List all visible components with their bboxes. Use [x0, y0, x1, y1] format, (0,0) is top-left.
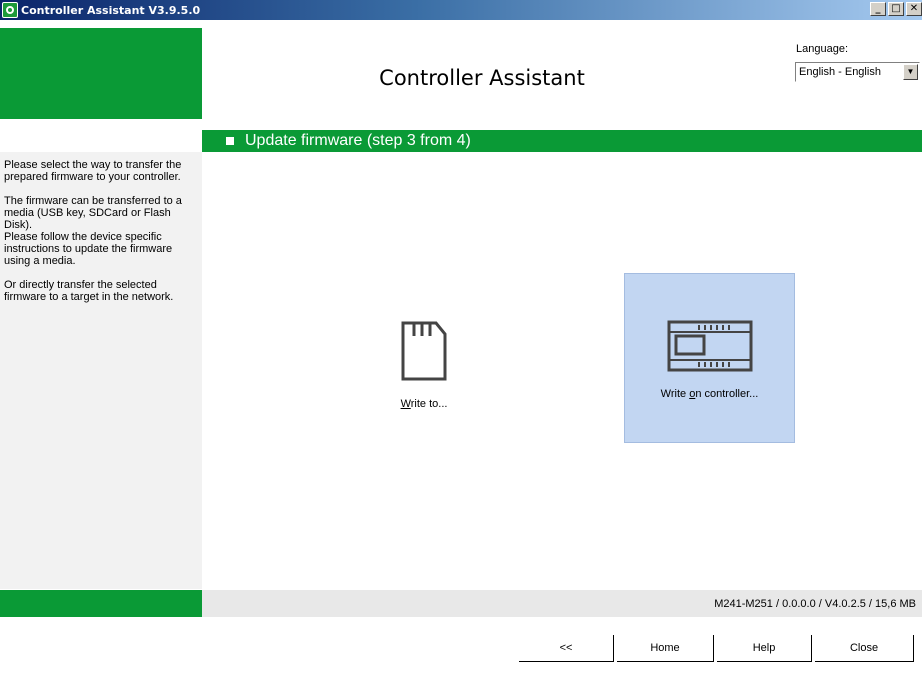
- close-window-button[interactable]: ✕: [906, 2, 922, 16]
- write-on-controller-option[interactable]: Write on controller...: [624, 273, 795, 443]
- write-to-media-option[interactable]: Write to...: [340, 274, 508, 442]
- back-button[interactable]: <<: [519, 635, 614, 662]
- maximize-button[interactable]: □: [888, 2, 904, 16]
- step-title: Update firmware (step 3 from 4): [245, 132, 471, 149]
- step-bullet-icon: [226, 137, 234, 145]
- help-button[interactable]: Help: [717, 635, 812, 662]
- write-to-label: Write to...: [400, 398, 448, 410]
- help-text-2: The firmware can be transferred to a med…: [4, 195, 182, 267]
- minimize-button[interactable]: _: [870, 2, 886, 16]
- language-label: Language:: [796, 43, 848, 55]
- controller-icon: [667, 320, 752, 372]
- dropdown-arrow-icon[interactable]: ▼: [903, 64, 918, 80]
- help-text-3: Or directly transfer the selected firmwa…: [4, 279, 174, 303]
- header-brand-block: [0, 28, 202, 119]
- app-icon: [2, 2, 18, 18]
- step-header: Update firmware (step 3 from 4): [202, 130, 922, 152]
- home-button[interactable]: Home: [617, 635, 714, 662]
- window-controls: _ □ ✕: [868, 2, 922, 16]
- help-text-1: Please select the way to transfer the pr…: [4, 159, 182, 183]
- sd-card-icon: [401, 321, 447, 381]
- language-select[interactable]: English - English ▼: [795, 62, 920, 82]
- firmware-info: M241-M251 / 0.0.0.0 / V4.0.2.5 / 15,6 MB: [714, 597, 916, 610]
- window-title: Controller Assistant V3.9.5.0: [21, 3, 201, 17]
- status-brand-block: [0, 590, 202, 617]
- window-titlebar[interactable]: Controller Assistant V3.9.5.0 _ □ ✕: [0, 0, 922, 20]
- close-button[interactable]: Close: [815, 635, 914, 662]
- help-panel: Please select the way to transfer the pr…: [0, 152, 202, 589]
- status-bar: M241-M251 / 0.0.0.0 / V4.0.2.5 / 15,6 MB: [202, 590, 922, 617]
- write-on-controller-label: Write on controller...: [660, 388, 759, 400]
- language-value: English - English: [799, 66, 881, 78]
- app-header-title: Controller Assistant: [379, 65, 585, 90]
